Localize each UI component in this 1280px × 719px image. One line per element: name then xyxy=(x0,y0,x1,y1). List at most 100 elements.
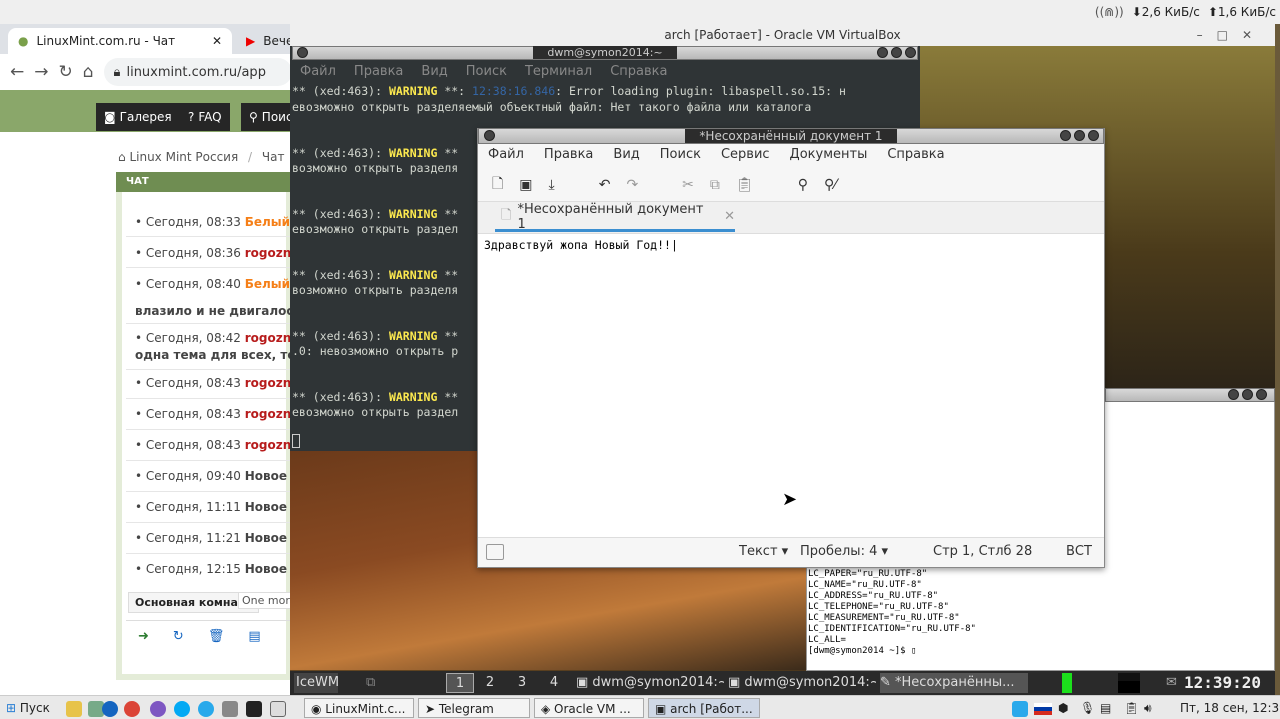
minimize-icon[interactable] xyxy=(877,47,888,58)
keyboard-layout-flag-icon[interactable] xyxy=(1034,698,1052,718)
close-icon[interactable] xyxy=(1256,389,1267,400)
minimize-icon[interactable] xyxy=(1060,130,1071,141)
task-arch-vm[interactable]: ▣ arch [Работ... xyxy=(648,698,760,718)
open-icon[interactable]: ▣ xyxy=(519,177,532,193)
files-icon[interactable] xyxy=(66,698,82,718)
msg-user[interactable]: rogoznik xyxy=(245,376,292,390)
back-icon[interactable]: ← xyxy=(10,62,24,82)
volume-icon[interactable]: 🔊︎ xyxy=(1144,698,1152,718)
maximize-icon[interactable] xyxy=(891,47,902,58)
task-terminal-1[interactable]: ▣ dwm@symon2014:~ xyxy=(576,673,724,693)
spaces-selector[interactable]: Пробелы: 4 ▾ xyxy=(800,544,888,559)
menu-help[interactable]: Справка xyxy=(887,147,944,165)
icewm-start-button[interactable]: IceWM xyxy=(294,673,338,693)
copy-icon[interactable]: ⧉ xyxy=(710,177,720,193)
breadcrumb-chat[interactable]: Чат xyxy=(262,150,285,164)
menu-terminal[interactable]: Терминал xyxy=(525,64,592,80)
maximize-icon[interactable] xyxy=(1242,389,1253,400)
minimize-icon[interactable]: – xyxy=(1197,28,1217,42)
refresh-icon[interactable]: ↻ xyxy=(173,629,184,648)
menu-edit[interactable]: Правка xyxy=(544,147,593,165)
mail-icon[interactable]: ✉ xyxy=(1166,673,1177,693)
trash-icon[interactable]: 🗑︎ xyxy=(208,629,225,648)
telegram-tray-icon[interactable] xyxy=(1012,698,1028,718)
xed-titlebar[interactable]: *Несохранённый документ 1 xyxy=(478,128,1104,144)
start-button[interactable]: ⊞ Пуск xyxy=(6,698,50,718)
tab-document[interactable]: 🗋︎ *Несохранённый документ 1 ✕ xyxy=(495,202,735,232)
menu-view[interactable]: Вид xyxy=(421,64,447,80)
menu-tools[interactable]: Сервис xyxy=(721,147,770,165)
menu-file[interactable]: Файл xyxy=(300,64,336,80)
login-icon[interactable]: ➜ xyxy=(138,629,149,648)
terminal-prompt-line[interactable]: [dwm@symon2014 ~]$ ▯ xyxy=(808,646,916,656)
msg-user[interactable]: Белый К xyxy=(245,277,292,291)
microphone-icon[interactable]: 🎙︎ xyxy=(1080,698,1095,718)
menu-documents[interactable]: Документы xyxy=(790,147,868,165)
menu-view[interactable]: Вид xyxy=(613,147,639,165)
browser-tab[interactable]: ▶ Вечер xyxy=(236,28,301,54)
menu-search[interactable]: Поиск xyxy=(660,147,701,165)
forward-icon[interactable]: → xyxy=(34,62,48,82)
close-icon[interactable] xyxy=(905,47,916,58)
close-icon[interactable]: ✕ xyxy=(1242,28,1266,42)
window-menu-icon[interactable] xyxy=(297,47,308,58)
workspace-4[interactable]: 4 xyxy=(544,673,564,693)
window-menu-icon[interactable] xyxy=(484,130,495,141)
save-icon[interactable]: ⤓ xyxy=(549,177,555,193)
menu-file[interactable]: Файл xyxy=(488,147,524,165)
editor-text-area[interactable]: Здравствуй жопа Новый Год!!| xyxy=(484,238,678,252)
nav-search[interactable]: ⚲ Поис xyxy=(241,103,292,131)
close-icon[interactable] xyxy=(1088,130,1099,141)
browser-tab-active[interactable]: ● LinuxMint.com.ru - Чат ✕ xyxy=(8,28,232,54)
reload-icon[interactable]: ↻ xyxy=(59,62,73,82)
close-tab-icon[interactable]: ✕ xyxy=(212,34,222,48)
workspace-2[interactable]: 2 xyxy=(480,673,500,693)
task-virtualbox[interactable]: ◈ Oracle VM ... xyxy=(534,698,644,718)
menu-edit[interactable]: Правка xyxy=(354,64,403,80)
network-icon[interactable]: ((⋒)) xyxy=(1095,5,1124,19)
chrome-icon[interactable] xyxy=(124,698,140,718)
tray-icon[interactable]: ▤ xyxy=(1100,698,1111,718)
msg-user[interactable]: rogoznik xyxy=(245,438,292,452)
msg-user[interactable]: Белый К xyxy=(245,215,292,229)
nav-gallery[interactable]: ◙ Галерея xyxy=(96,103,180,131)
vpn-icon[interactable]: ⬢ xyxy=(1058,698,1068,718)
task-telegram[interactable]: ➤ Telegram xyxy=(418,698,530,718)
workspace-3[interactable]: 3 xyxy=(512,673,532,693)
archive-icon[interactable]: ▤ xyxy=(248,629,260,648)
msg-user[interactable]: rogoznik xyxy=(245,331,292,345)
redo-icon[interactable]: ↷ xyxy=(626,177,638,193)
window-icon[interactable] xyxy=(270,698,286,718)
skype-icon[interactable] xyxy=(174,698,190,718)
msg-user[interactable]: rogoznik xyxy=(245,407,292,421)
language-selector[interactable]: Текст ▾ xyxy=(739,544,788,559)
home-icon[interactable]: ⌂ xyxy=(83,62,94,82)
maximize-icon[interactable] xyxy=(1074,130,1085,141)
minimize-icon[interactable] xyxy=(1228,389,1239,400)
undo-icon[interactable]: ↶ xyxy=(599,177,611,193)
terminal-titlebar[interactable]: dwm@symon2014:~ xyxy=(292,46,918,60)
maximize-icon[interactable]: □ xyxy=(1217,28,1242,42)
task-xed[interactable]: ✎ *Несохранённы... xyxy=(880,673,1028,693)
clipboard-icon[interactable]: 📋︎ xyxy=(1124,698,1139,718)
close-tab-icon[interactable]: ✕ xyxy=(724,209,735,224)
workspace-1[interactable]: 1 xyxy=(446,673,474,693)
task-terminal-2[interactable]: ▣ dwm@symon2014:~ xyxy=(728,673,876,693)
address-bar[interactable]: 🔒︎ linuxmint.com.ru/app xyxy=(103,58,292,86)
camera-icon[interactable] xyxy=(222,698,238,718)
breadcrumb-home[interactable]: Linux Mint Россия xyxy=(129,150,238,164)
teamviewer-icon[interactable] xyxy=(102,698,118,718)
replace-icon[interactable]: ⚲⁄ xyxy=(824,177,837,193)
paste-icon[interactable]: 📋︎ xyxy=(736,177,754,193)
search-icon[interactable]: ⚲ xyxy=(798,177,808,193)
task-chrome[interactable]: ◉ LinuxMint.c... xyxy=(304,698,414,718)
msg-user[interactable]: rogoznik xyxy=(245,246,292,260)
side-panel-toggle-icon[interactable] xyxy=(486,544,504,560)
new-document-icon[interactable]: 🗋︎ xyxy=(492,173,503,197)
window-list-icon[interactable]: ⧉ xyxy=(366,673,375,693)
telegram-icon[interactable] xyxy=(198,698,214,718)
cut-icon[interactable]: ✂ xyxy=(682,177,694,193)
menu-help[interactable]: Справка xyxy=(610,64,667,80)
terminal-icon[interactable] xyxy=(246,698,262,718)
menu-search[interactable]: Поиск xyxy=(466,64,507,80)
